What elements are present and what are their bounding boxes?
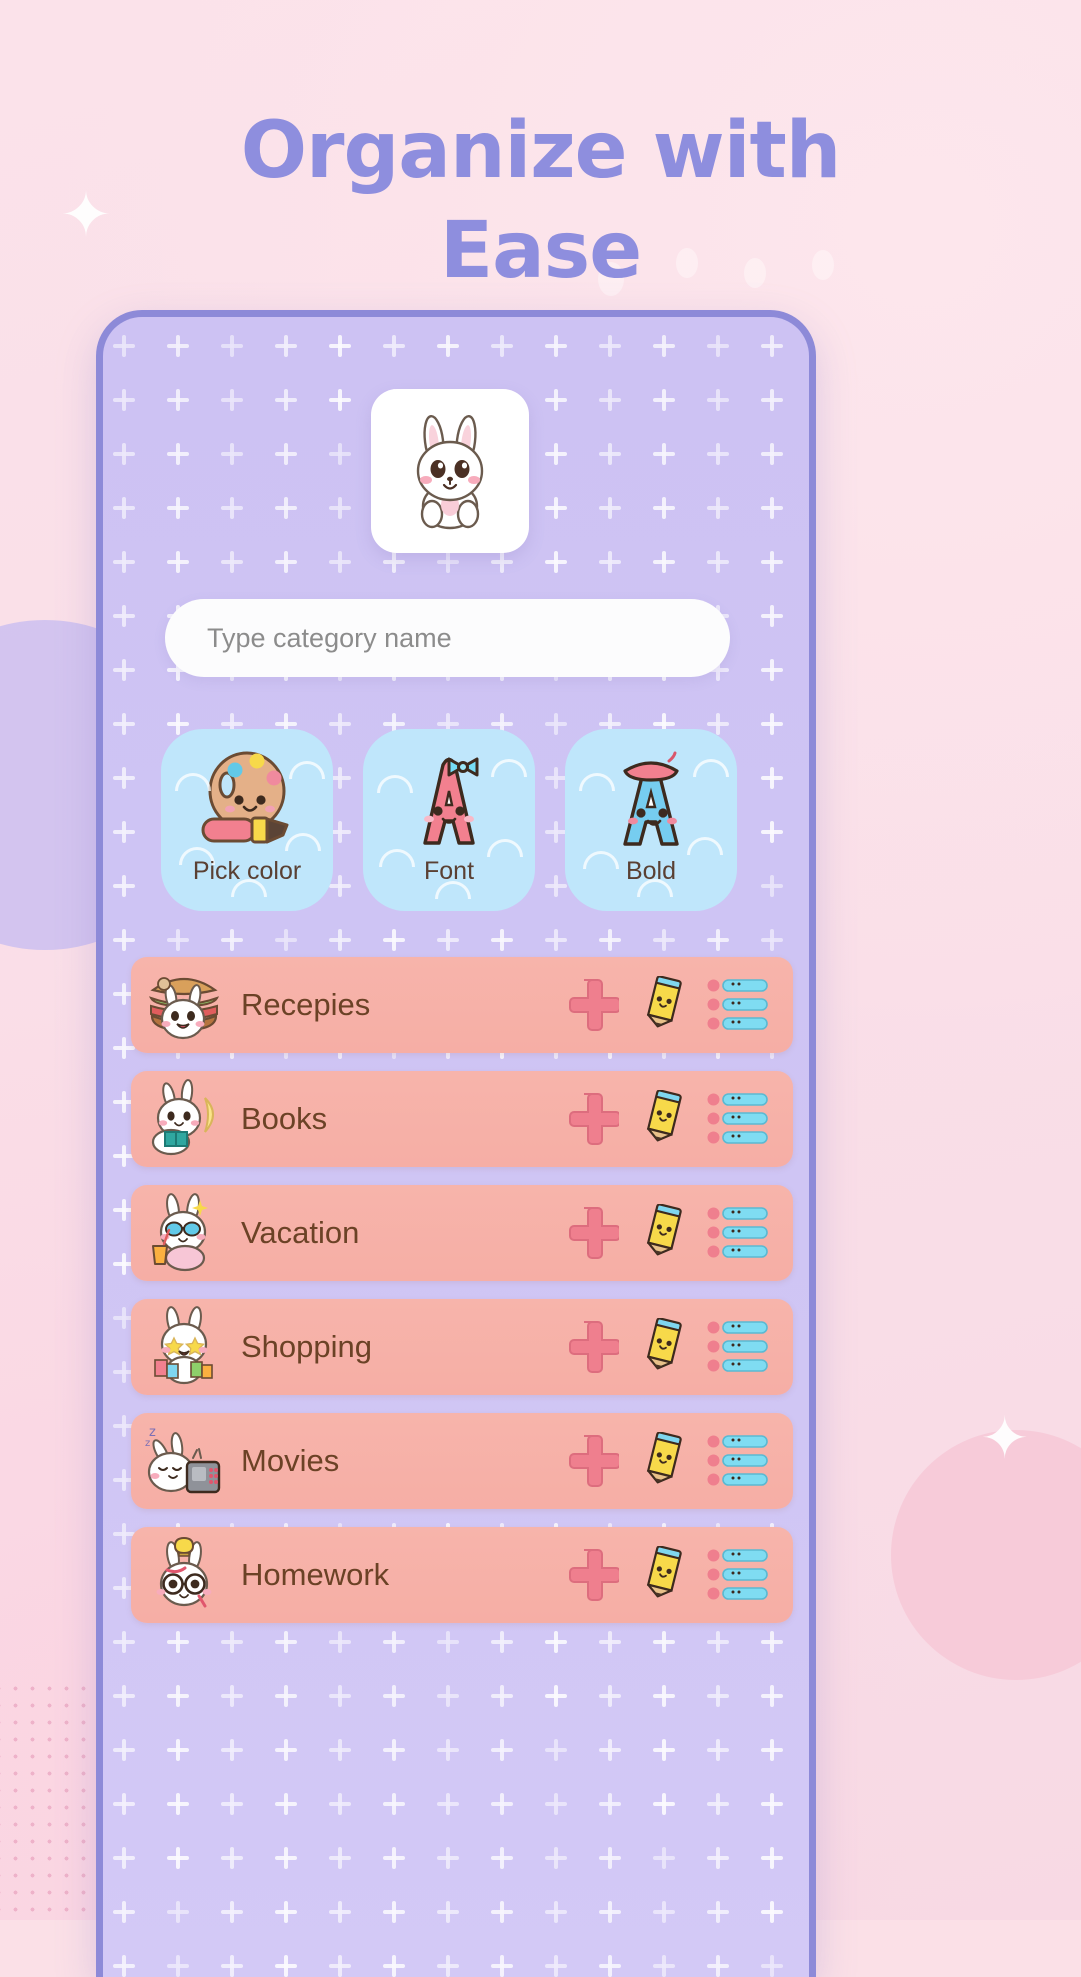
plus-icon[interactable]: [563, 1319, 619, 1375]
bunny-glasses-icon: [141, 1532, 227, 1618]
bunny-avatar-icon: [416, 414, 484, 530]
checklist-icon[interactable]: [707, 1092, 769, 1146]
pencil-icon[interactable]: [641, 1090, 685, 1148]
category-row-actions: [563, 1318, 777, 1376]
category-row-actions: [563, 1090, 777, 1148]
letter-a-beret-icon: [623, 751, 679, 846]
category-row[interactable]: Vacation: [131, 1185, 793, 1281]
checklist-icon[interactable]: [707, 1206, 769, 1260]
tool-label: Bold: [625, 857, 677, 885]
palette-brush-icon: [201, 751, 289, 844]
pencil-icon[interactable]: [641, 1318, 685, 1376]
category-row[interactable]: Books: [131, 1071, 793, 1167]
category-name: Books: [241, 1101, 328, 1136]
pencil-icon[interactable]: [641, 976, 685, 1034]
pencil-icon[interactable]: [641, 1204, 685, 1262]
tool-bold[interactable]: Bold: [565, 729, 737, 911]
tool-font[interactable]: Font: [363, 729, 535, 911]
category-row-actions: [563, 976, 777, 1034]
category-name: Movies: [241, 1443, 340, 1478]
category-list: Recepies Books Vacation Shopping Movies Homew…: [131, 957, 793, 1623]
tool-label: Font: [423, 857, 475, 885]
bunny-sunglasses-icon: [141, 1190, 227, 1276]
sparkle-icon: ✦: [980, 1406, 1029, 1471]
bunny-burger-icon: [141, 962, 227, 1048]
category-name: Vacation: [241, 1215, 360, 1250]
checklist-icon[interactable]: [707, 1434, 769, 1488]
letter-a-bow-icon: [423, 757, 479, 845]
tool-buttons: Pick color Font Bold: [161, 729, 737, 911]
checklist-icon[interactable]: [707, 1320, 769, 1374]
category-name-input[interactable]: [165, 599, 730, 677]
pencil-icon[interactable]: [641, 1432, 685, 1490]
category-row[interactable]: Movies: [131, 1413, 793, 1509]
category-row-actions: [563, 1432, 777, 1490]
tool-label: Pick color: [192, 857, 302, 885]
plus-icon[interactable]: [563, 1091, 619, 1147]
page-title-line-2: Ease: [439, 206, 642, 297]
tool-pick-color[interactable]: Pick color: [161, 729, 333, 911]
page-title-line-1: Organize with: [240, 106, 842, 197]
bunny-reading-icon: [141, 1076, 227, 1162]
category-name: Shopping: [241, 1329, 373, 1364]
category-row[interactable]: Recepies: [131, 957, 793, 1053]
category-name: Homework: [241, 1557, 390, 1592]
pencil-icon[interactable]: [641, 1546, 685, 1604]
category-name: Recepies: [241, 987, 371, 1022]
phone-mockup: Pick color Fon: [96, 310, 816, 1977]
plus-icon[interactable]: [563, 1433, 619, 1489]
bunny-tv-icon: [141, 1418, 227, 1504]
plus-icon[interactable]: [563, 977, 619, 1033]
plus-icon[interactable]: [563, 1547, 619, 1603]
category-row-actions: [563, 1546, 777, 1604]
plus-icon[interactable]: [563, 1205, 619, 1261]
category-row[interactable]: Homework: [131, 1527, 793, 1623]
checklist-icon[interactable]: [707, 978, 769, 1032]
category-row[interactable]: Shopping: [131, 1299, 793, 1395]
avatar-card[interactable]: [371, 389, 529, 553]
category-row-actions: [563, 1204, 777, 1262]
checklist-icon[interactable]: [707, 1548, 769, 1602]
bunny-shopping-icon: [141, 1304, 227, 1390]
page-title: Organize with Ease: [0, 112, 1081, 290]
